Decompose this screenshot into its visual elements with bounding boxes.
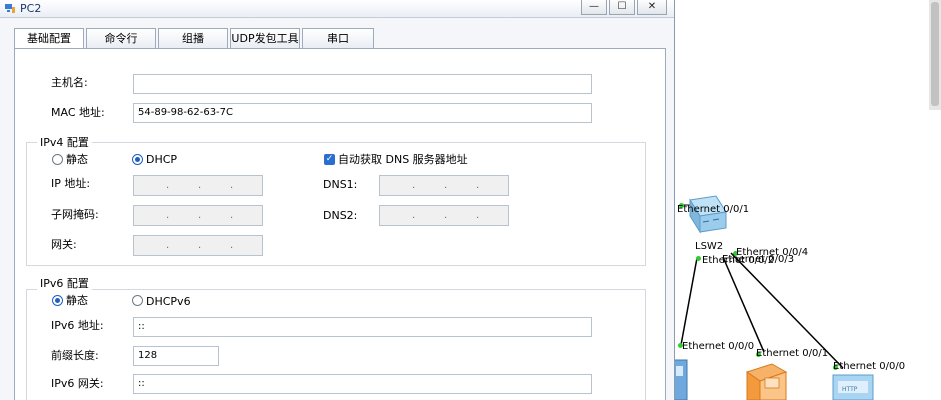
- ipv4-group: [26, 142, 646, 266]
- minimize-button[interactable]: —: [581, 0, 607, 15]
- auto-dns-checkbox[interactable]: ✓: [324, 154, 335, 165]
- prefix-length-label: 前缀长度:: [51, 349, 99, 362]
- basic-config-panel: 主机名: MAC 地址: 54-89-98-62-63-7C IPv4 配置 静…: [14, 48, 666, 400]
- maximize-button[interactable]: ☐: [609, 0, 635, 15]
- tab-command-line[interactable]: 命令行: [86, 28, 156, 49]
- dns1-input[interactable]: ...: [379, 175, 509, 196]
- pc-right-icon: HTTP: [832, 374, 874, 400]
- pc-icon: [5, 4, 15, 13]
- port-label-sw-top: Ethernet 0/0/1: [677, 204, 750, 215]
- ipv4-group-title: IPv4 配置: [37, 136, 92, 149]
- ipv6-address-label: IPv6 地址:: [51, 319, 104, 332]
- dns2-label: DNS2:: [323, 209, 358, 222]
- window-title: PC2: [20, 2, 42, 15]
- title-bar[interactable]: PC2 — ☐ ✕: [0, 0, 674, 18]
- link-to-left-pc: [680, 257, 698, 346]
- ipv4-dhcp-label: DHCP: [146, 153, 178, 166]
- mac-input[interactable]: 54-89-98-62-63-7C: [133, 103, 592, 123]
- ipv4-dhcp-radio[interactable]: [132, 154, 143, 165]
- hostname-label: 主机名:: [51, 76, 88, 89]
- ipv4-static-radio[interactable]: [52, 154, 63, 165]
- ipv6-dhcpv6-radio[interactable]: [132, 295, 143, 306]
- pc-left-icon: [672, 359, 688, 400]
- ipv4-static-label: 静态: [66, 153, 88, 166]
- port-label-sw-c: Ethernet 0/0/3: [722, 254, 795, 265]
- tab-udp-tool[interactable]: UDP发包工具: [230, 28, 300, 49]
- tab-multicast[interactable]: 组播: [158, 28, 228, 49]
- port-dot-sw-b: [696, 256, 701, 261]
- port-label-pc-mid: Ethernet 0/0/1: [756, 348, 829, 359]
- hostname-input[interactable]: [133, 74, 592, 94]
- pc-middle-icon: [745, 363, 788, 400]
- switch-label: LSW2: [695, 241, 724, 252]
- ipv6-static-radio[interactable]: [52, 295, 63, 306]
- vertical-scrollbar[interactable]: [929, 0, 941, 110]
- dns2-input[interactable]: ...: [379, 205, 509, 226]
- dns1-label: DNS1:: [323, 178, 358, 191]
- tab-basic-config[interactable]: 基础配置: [14, 28, 84, 50]
- ipv6-address-input[interactable]: ::: [133, 317, 592, 337]
- tab-serial[interactable]: 串口: [302, 28, 374, 49]
- subnet-mask-input[interactable]: ...: [133, 205, 263, 226]
- scrollbar-thumb[interactable]: [931, 2, 939, 106]
- subnet-mask-label: 子网掩码:: [51, 208, 99, 221]
- mac-label: MAC 地址:: [51, 106, 105, 119]
- gateway-input[interactable]: ...: [133, 235, 263, 256]
- auto-dns-label: 自动获取 DNS 服务器地址: [338, 153, 468, 166]
- ip-address-label: IP 地址:: [51, 177, 91, 190]
- link-to-middle-pc: [722, 256, 765, 353]
- prefix-length-input[interactable]: 128: [133, 346, 219, 366]
- ip-address-input[interactable]: ...: [133, 175, 263, 196]
- ipv6-gateway-input[interactable]: ::: [133, 374, 592, 394]
- port-label-pc-right: Ethernet 0/0/0: [833, 361, 906, 372]
- close-button[interactable]: ✕: [637, 0, 667, 15]
- ipv6-dhcpv6-label: DHCPv6: [146, 295, 191, 308]
- port-label-pc-left: Ethernet 0/0/0: [682, 341, 755, 352]
- ipv6-gateway-label: IPv6 网关:: [51, 377, 104, 390]
- gateway-label: 网关:: [51, 238, 77, 251]
- svg-text:HTTP: HTTP: [842, 386, 858, 393]
- ipv6-group-title: IPv6 配置: [37, 277, 92, 290]
- ipv6-static-label: 静态: [66, 294, 88, 307]
- pc-config-dialog: PC2 — ☐ ✕ 基础配置 命令行 组播 UDP发包工具 串口 主机名: MA…: [0, 0, 675, 400]
